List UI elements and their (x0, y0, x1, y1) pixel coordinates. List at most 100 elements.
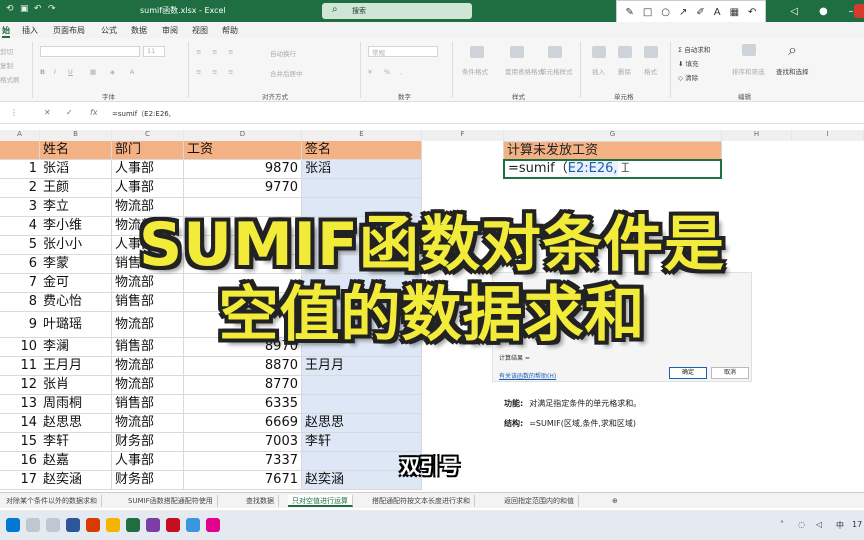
conditional-format-icon[interactable] (470, 46, 484, 58)
bold-icon[interactable]: B (40, 68, 45, 76)
cell-style-button[interactable]: 单元格样式 (540, 66, 573, 76)
cell-salary[interactable]: 6669 (184, 414, 302, 433)
column-header-f[interactable]: F (422, 130, 504, 141)
add-sheet-icon[interactable]: ⊕ (608, 495, 622, 507)
number-format-box[interactable]: 常规 (368, 46, 438, 57)
delete-cells-button[interactable]: 删除 (618, 66, 631, 76)
app-icon-4[interactable] (146, 518, 160, 532)
tab-insert[interactable]: 插入 (22, 25, 38, 36)
save-icon[interactable]: ▣ (20, 4, 29, 14)
cell-dept[interactable]: 人事部 (112, 452, 184, 471)
format-cells-button[interactable]: 格式 (644, 66, 657, 76)
cell-name[interactable]: 王月月 (40, 357, 112, 376)
cell-salary[interactable]: 9870 (184, 160, 302, 179)
cell-dept[interactable]: 财务部 (112, 471, 184, 490)
cell-name[interactable]: 周雨桐 (40, 395, 112, 414)
start-icon[interactable] (6, 518, 20, 532)
tab-page-layout[interactable]: 页面布局 (53, 25, 85, 36)
sheet-tab-1[interactable]: SUMIF函数搭配通配符使用 (124, 495, 218, 507)
tab-review[interactable]: 审阅 (162, 25, 178, 36)
header-salary[interactable]: 工资 (184, 141, 302, 160)
merge-center-button[interactable]: 合并后居中 (270, 68, 303, 78)
name-box-dropdown-icon[interactable]: ⋮ (10, 108, 18, 117)
italic-icon[interactable]: I (54, 68, 56, 76)
cell-index[interactable]: 16 (0, 452, 40, 471)
cell-name[interactable]: 赵奕涵 (40, 471, 112, 490)
cell-salary[interactable]: 7003 (184, 433, 302, 452)
tab-help[interactable]: 帮助 (222, 25, 238, 36)
find-select-icon[interactable]: ⌕ (788, 40, 797, 60)
language-indicator[interactable]: 中 (836, 520, 844, 531)
cell-dept[interactable]: 财务部 (112, 433, 184, 452)
arrow-icon[interactable]: ↗ (679, 7, 687, 18)
mosaic-icon[interactable]: ▦ (730, 7, 739, 18)
column-header-e[interactable]: E (302, 130, 422, 141)
sheet-tab-4[interactable]: 搭配通配符按文本长度进行求和 (368, 495, 475, 507)
app-icon-3[interactable] (106, 518, 120, 532)
cell-sign[interactable]: 赵思思 (302, 414, 422, 433)
cell-index[interactable]: 1 (0, 160, 40, 179)
cell-index[interactable]: 14 (0, 414, 40, 433)
cell-name[interactable]: 张滔 (40, 160, 112, 179)
cut-label[interactable]: 剪切 (0, 46, 13, 56)
enter-icon[interactable]: ✓ (66, 108, 73, 117)
app-icon-6[interactable] (186, 518, 200, 532)
fill-button[interactable]: ⬇ 填充 (678, 58, 699, 68)
cell-dept[interactable]: 物流部 (112, 414, 184, 433)
cell-sign[interactable]: 张滔 (302, 160, 422, 179)
clear-button[interactable]: ◇ 清除 (678, 72, 698, 82)
column-header-g[interactable]: G (504, 130, 722, 141)
function-help-link[interactable]: 有关该函数的帮助(H) (499, 371, 556, 380)
sheet-tab-2[interactable]: 查找数据 (242, 495, 279, 507)
column-header-i[interactable]: I (792, 130, 864, 141)
search-box[interactable]: ⌕ 搜索 (322, 3, 472, 19)
fill-color-icon[interactable]: ◈ (110, 68, 115, 76)
align-center-icon[interactable]: ≡ (212, 68, 217, 76)
currency-icon[interactable]: ¥ (368, 68, 372, 76)
cell-salary[interactable]: 6335 (184, 395, 302, 414)
app-icon-7[interactable] (206, 518, 220, 532)
cell-sign[interactable] (302, 395, 422, 414)
app-icon-5[interactable] (166, 518, 180, 532)
format-painter-label[interactable]: 格式刷 (0, 74, 20, 84)
text-icon[interactable]: A (714, 7, 721, 18)
minimize-icon[interactable]: – (849, 6, 854, 17)
tab-view[interactable]: 视图 (192, 25, 208, 36)
sheet-tab-3[interactable]: 只对空值进行运算 (288, 495, 353, 507)
autosave-icon[interactable]: ⟲ (6, 4, 14, 14)
cell-name[interactable]: 赵嘉 (40, 452, 112, 471)
column-header-a[interactable]: A (0, 130, 40, 141)
account-badge[interactable] (854, 4, 864, 18)
header-sign[interactable]: 签名 (302, 141, 422, 160)
undo-annotation-icon[interactable]: ↶ (748, 7, 756, 18)
cancel-button[interactable]: 取消 (711, 367, 749, 379)
conditional-format-button[interactable]: 条件格式 (462, 66, 488, 76)
column-header-h[interactable]: H (722, 130, 792, 141)
cell-dept[interactable]: 物流部 (112, 357, 184, 376)
cell-dept[interactable]: 销售部 (112, 395, 184, 414)
header-dept[interactable]: 部门 (112, 141, 184, 160)
cell-a1[interactable] (0, 141, 40, 160)
formula-input[interactable]: =sumif（E2:E26, (112, 109, 171, 119)
pen-icon[interactable]: ✎ (625, 7, 633, 18)
insert-cells-icon[interactable] (592, 46, 606, 58)
tab-data[interactable]: 数据 (131, 25, 147, 36)
network-icon[interactable]: ◌ (798, 520, 805, 529)
cell-salary[interactable]: 8770 (184, 376, 302, 395)
excel-icon[interactable] (126, 518, 140, 532)
percent-icon[interactable]: % (384, 68, 390, 76)
circle-icon[interactable]: ○ (661, 7, 670, 18)
cell-sign[interactable]: 王月月 (302, 357, 422, 376)
align-bottom-icon[interactable]: ≡ (228, 48, 233, 56)
tab-formulas[interactable]: 公式 (101, 25, 117, 36)
cell-salary[interactable]: 7671 (184, 471, 302, 490)
marker-icon[interactable]: ✐ (696, 7, 704, 18)
column-header-c[interactable]: C (112, 130, 184, 141)
sheet-tab-0[interactable]: 对除某个条件以外的数据求和 (2, 495, 102, 507)
cell-salary[interactable]: 8870 (184, 357, 302, 376)
cell-index[interactable]: 17 (0, 471, 40, 490)
undo-icon[interactable]: ↶ (34, 4, 42, 14)
rectangle-icon[interactable]: □ (643, 7, 652, 18)
cell-dept[interactable]: 物流部 (112, 376, 184, 395)
insert-function-icon[interactable]: fx (90, 108, 98, 117)
